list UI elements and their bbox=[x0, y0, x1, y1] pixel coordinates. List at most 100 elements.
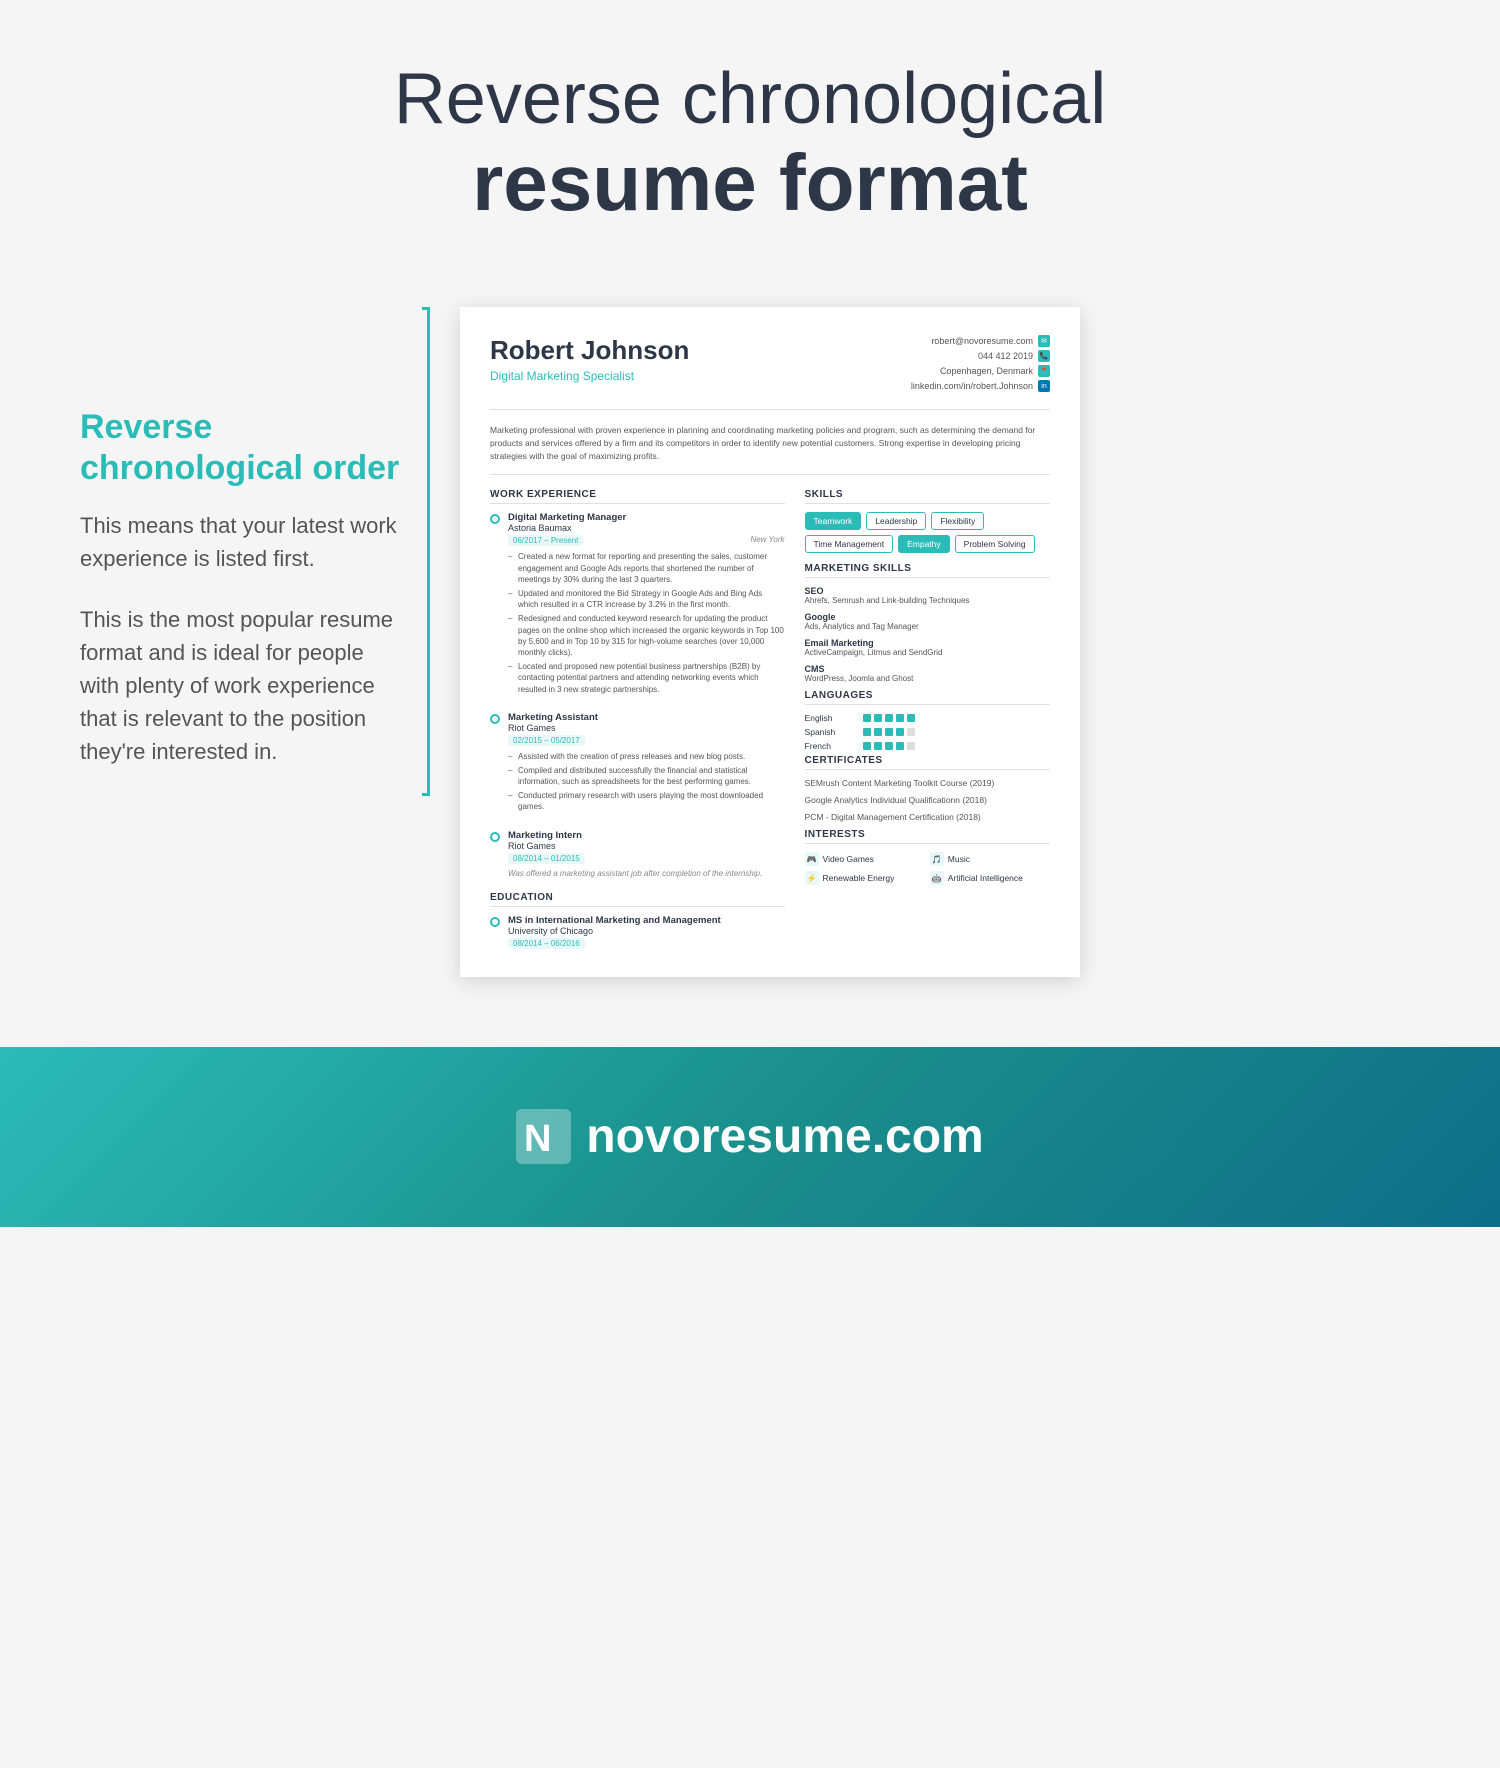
work-title-3: Marketing Intern bbox=[508, 830, 785, 841]
cert-2: Google Analytics Individual Qualificatio… bbox=[805, 795, 1050, 807]
interest-label-ai: Artificial Intelligence bbox=[948, 873, 1023, 883]
work-dot-2 bbox=[490, 714, 500, 724]
dot bbox=[907, 714, 915, 722]
work-item-3: Marketing Intern Riot Games 08/2014 – 01… bbox=[490, 830, 785, 878]
email-icon: ✉ bbox=[1038, 335, 1050, 347]
work-dates-3: 08/2014 – 01/2015 bbox=[508, 853, 585, 864]
interest-label-renewable-energy: Renewable Energy bbox=[823, 873, 895, 883]
skills-tags: Teamwork Leadership Flexibility Time Man… bbox=[805, 512, 1050, 553]
bullet-2-3: Conducted primary research with users pl… bbox=[508, 790, 785, 812]
header-section: Reverse chronological resume format bbox=[0, 0, 1500, 277]
lang-english-dots bbox=[863, 714, 915, 722]
work-item-2: Marketing Assistant Riot Games 02/2015 –… bbox=[490, 712, 785, 816]
dot bbox=[885, 728, 893, 736]
contact-email: robert@novoresume.com ✉ bbox=[911, 335, 1050, 347]
interest-label-video-games: Video Games bbox=[823, 854, 874, 864]
work-company-3: Riot Games bbox=[508, 841, 785, 851]
resume-job-title: Digital Marketing Specialist bbox=[490, 369, 689, 383]
bullet-1-2: Updated and monitored the Bid Strategy i… bbox=[508, 588, 785, 610]
bullet-2-1: Assisted with the creation of press rele… bbox=[508, 751, 785, 762]
work-item-1: Digital Marketing Manager Astoria Baumax… bbox=[490, 512, 785, 697]
work-dates-2: 02/2015 – 05/2017 bbox=[508, 735, 585, 746]
work-content-1: Digital Marketing Manager Astoria Baumax… bbox=[508, 512, 785, 697]
resume-card: Robert Johnson Digital Marketing Special… bbox=[460, 307, 1080, 976]
work-note-3: Was offered a marketing assistant job af… bbox=[508, 869, 785, 878]
work-company-1: Astoria Baumax bbox=[508, 523, 785, 533]
lang-french-dots bbox=[863, 742, 915, 750]
interest-music: 🎵 Music bbox=[930, 852, 1050, 866]
edu-dot-1 bbox=[490, 917, 500, 927]
dot bbox=[863, 728, 871, 736]
bullet-2-2: Compiled and distributed successfully th… bbox=[508, 765, 785, 787]
skill-empathy: Empathy bbox=[898, 535, 950, 553]
dot bbox=[896, 728, 904, 736]
languages-heading: LANGUAGES bbox=[805, 690, 1050, 705]
novoresume-logo-icon: N bbox=[516, 1109, 571, 1164]
edu-item-1: MS in International Marketing and Manage… bbox=[490, 915, 785, 949]
marketing-skill-google: Google Ads, Analytics and Tag Manager bbox=[805, 612, 1050, 631]
skill-problem-solving: Problem Solving bbox=[955, 535, 1035, 553]
marketing-skill-seo-name: SEO bbox=[805, 586, 1050, 596]
certificates-heading: CERTIFICATES bbox=[805, 755, 1050, 770]
interests-heading: INTERESTS bbox=[805, 829, 1050, 844]
bullet-1-4: Located and proposed new potential busin… bbox=[508, 661, 785, 695]
dot-empty bbox=[907, 728, 915, 736]
footer-logo: N novoresume.com bbox=[516, 1109, 983, 1164]
skills-heading: SKILLS bbox=[805, 489, 1050, 504]
marketing-skill-email-name: Email Marketing bbox=[805, 638, 1050, 648]
interest-ai: 🤖 Artificial Intelligence bbox=[930, 871, 1050, 885]
marketing-skill-cms-name: CMS bbox=[805, 664, 1050, 674]
sidebar-text-2: This is the most popular resume format a… bbox=[80, 603, 400, 768]
cert-1: SEMrush Content Marketing Toolkit Course… bbox=[805, 778, 1050, 790]
work-dot-3 bbox=[490, 832, 500, 842]
ai-icon: 🤖 bbox=[930, 871, 944, 885]
work-company-2: Riot Games bbox=[508, 723, 785, 733]
marketing-skill-cms: CMS WordPress, Joomla and Ghost bbox=[805, 664, 1050, 683]
left-sidebar: Reverse chronological order This means t… bbox=[80, 307, 400, 796]
contact-phone: 044 412 2019 📞 bbox=[911, 350, 1050, 362]
dot bbox=[874, 742, 882, 750]
lang-french-name: French bbox=[805, 741, 855, 751]
marketing-skill-seo-detail: Ahrefs, Semrush and Link-building Techni… bbox=[805, 596, 1050, 605]
bullet-1-1: Created a new format for reporting and p… bbox=[508, 551, 785, 585]
work-dates-row-1: 06/2017 – Present New York bbox=[508, 535, 785, 546]
work-experience-heading: WORK EXPERIENCE bbox=[490, 489, 785, 504]
footer-section: N novoresume.com bbox=[0, 1047, 1500, 1227]
resume-summary: Marketing professional with proven exper… bbox=[490, 424, 1050, 475]
skill-leadership: Leadership bbox=[866, 512, 926, 530]
dot bbox=[863, 714, 871, 722]
lang-french: French bbox=[805, 741, 1050, 751]
main-content: Reverse chronological order This means t… bbox=[0, 277, 1500, 1006]
resume-contact: robert@novoresume.com ✉ 044 412 2019 📞 C… bbox=[911, 335, 1050, 395]
location-icon: 📍 bbox=[1038, 365, 1050, 377]
lang-english: English bbox=[805, 713, 1050, 723]
phone-text: 044 412 2019 bbox=[978, 351, 1033, 361]
linkedin-text: linkedin.com/in/robert.Johnson bbox=[911, 381, 1033, 391]
location-text: Copenhagen, Denmark bbox=[940, 366, 1033, 376]
edu-content-1: MS in International Marketing and Manage… bbox=[508, 915, 721, 949]
work-bullets-1: Created a new format for reporting and p… bbox=[508, 551, 785, 694]
video-games-icon: 🎮 bbox=[805, 852, 819, 866]
interest-video-games: 🎮 Video Games bbox=[805, 852, 925, 866]
bracket-decoration bbox=[422, 307, 430, 796]
marketing-skill-seo: SEO Ahrefs, Semrush and Link-building Te… bbox=[805, 586, 1050, 605]
skill-teamwork: Teamwork bbox=[805, 512, 862, 530]
dot bbox=[885, 742, 893, 750]
work-title-1: Digital Marketing Manager bbox=[508, 512, 785, 523]
sidebar-text-1: This means that your latest work experie… bbox=[80, 509, 400, 575]
bullet-1-3: Redesigned and conducted keyword researc… bbox=[508, 613, 785, 658]
work-content-3: Marketing Intern Riot Games 08/2014 – 01… bbox=[508, 830, 785, 878]
work-dates-row-3: 08/2014 – 01/2015 bbox=[508, 853, 785, 864]
lang-spanish-name: Spanish bbox=[805, 727, 855, 737]
linkedin-icon: in bbox=[1038, 380, 1050, 392]
skill-flexibility: Flexibility bbox=[931, 512, 984, 530]
marketing-skill-email-detail: ActiveCampaign, Litmus and SendGrid bbox=[805, 648, 1050, 657]
dot bbox=[885, 714, 893, 722]
work-location-1: New York bbox=[750, 535, 784, 546]
education-heading: EDUCATION bbox=[490, 892, 785, 907]
dot bbox=[896, 742, 904, 750]
work-dot-1 bbox=[490, 514, 500, 524]
lang-spanish: Spanish bbox=[805, 727, 1050, 737]
interests-grid: 🎮 Video Games 🎵 Music ⚡ Renewable Energy… bbox=[805, 852, 1050, 885]
cert-3: PCM - Digital Management Certification (… bbox=[805, 812, 1050, 824]
